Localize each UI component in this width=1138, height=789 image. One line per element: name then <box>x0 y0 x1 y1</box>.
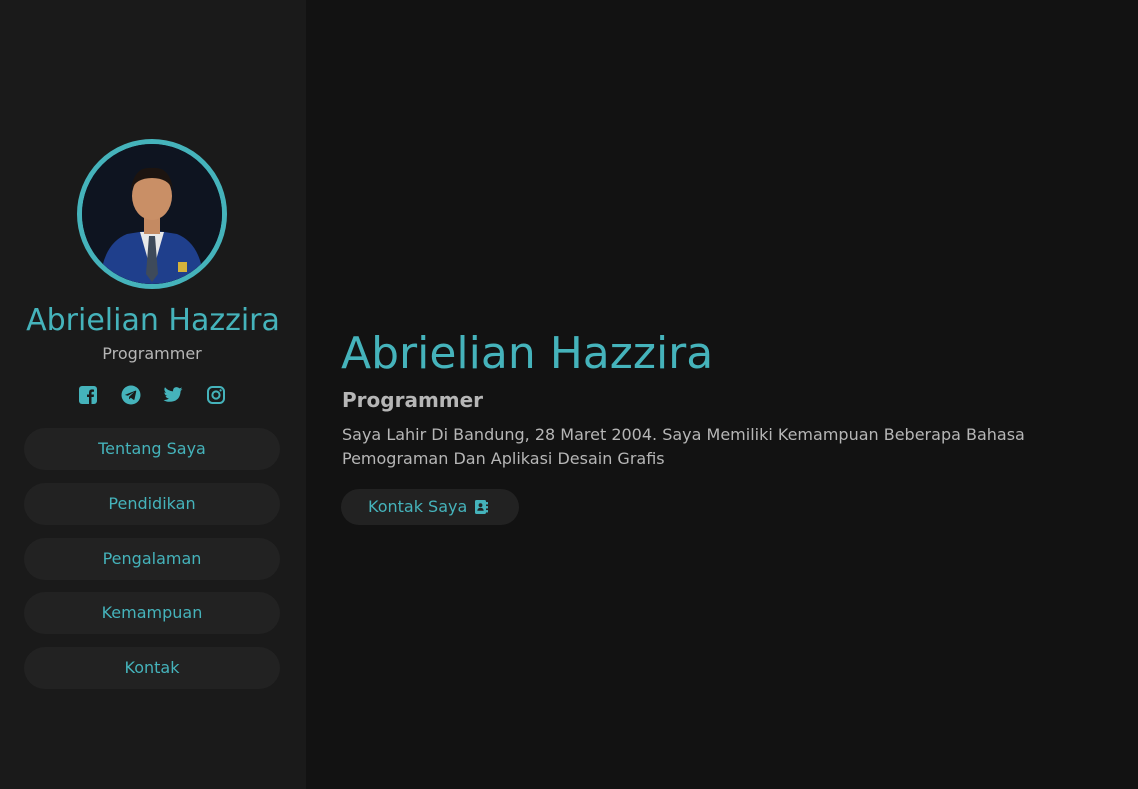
telegram-icon[interactable] <box>121 385 141 405</box>
hero-role: Programmer <box>342 388 484 412</box>
address-book-icon <box>473 499 489 515</box>
twitter-icon[interactable] <box>163 385 183 405</box>
nav-item-pendidikan[interactable]: Pendidikan <box>24 483 280 525</box>
profile-avatar <box>77 139 227 289</box>
nav-item-pengalaman[interactable]: Pengalaman <box>24 538 280 580</box>
nav-item-tentang-saya[interactable]: Tentang Saya <box>24 428 280 470</box>
hero-name: Abrielian Hazzira <box>341 328 714 379</box>
profile-photo <box>82 144 222 284</box>
instagram-icon[interactable] <box>206 385 226 405</box>
sidebar-profile-name: Abrielian Hazzira <box>26 303 280 338</box>
contact-me-label: Kontak Saya <box>368 497 468 516</box>
hero-description: Saya Lahir Di Bandung, 28 Maret 2004. Sa… <box>342 425 1025 468</box>
nav-item-kemampuan[interactable]: Kemampuan <box>24 592 280 634</box>
sidebar: Abrielian Hazzira Programmer Tentang Say… <box>0 0 306 789</box>
facebook-icon[interactable] <box>78 385 98 405</box>
sidebar-profile-role: Programmer <box>102 344 202 363</box>
nav-item-kontak[interactable]: Kontak <box>24 647 280 689</box>
contact-me-button[interactable]: Kontak Saya <box>341 489 519 525</box>
